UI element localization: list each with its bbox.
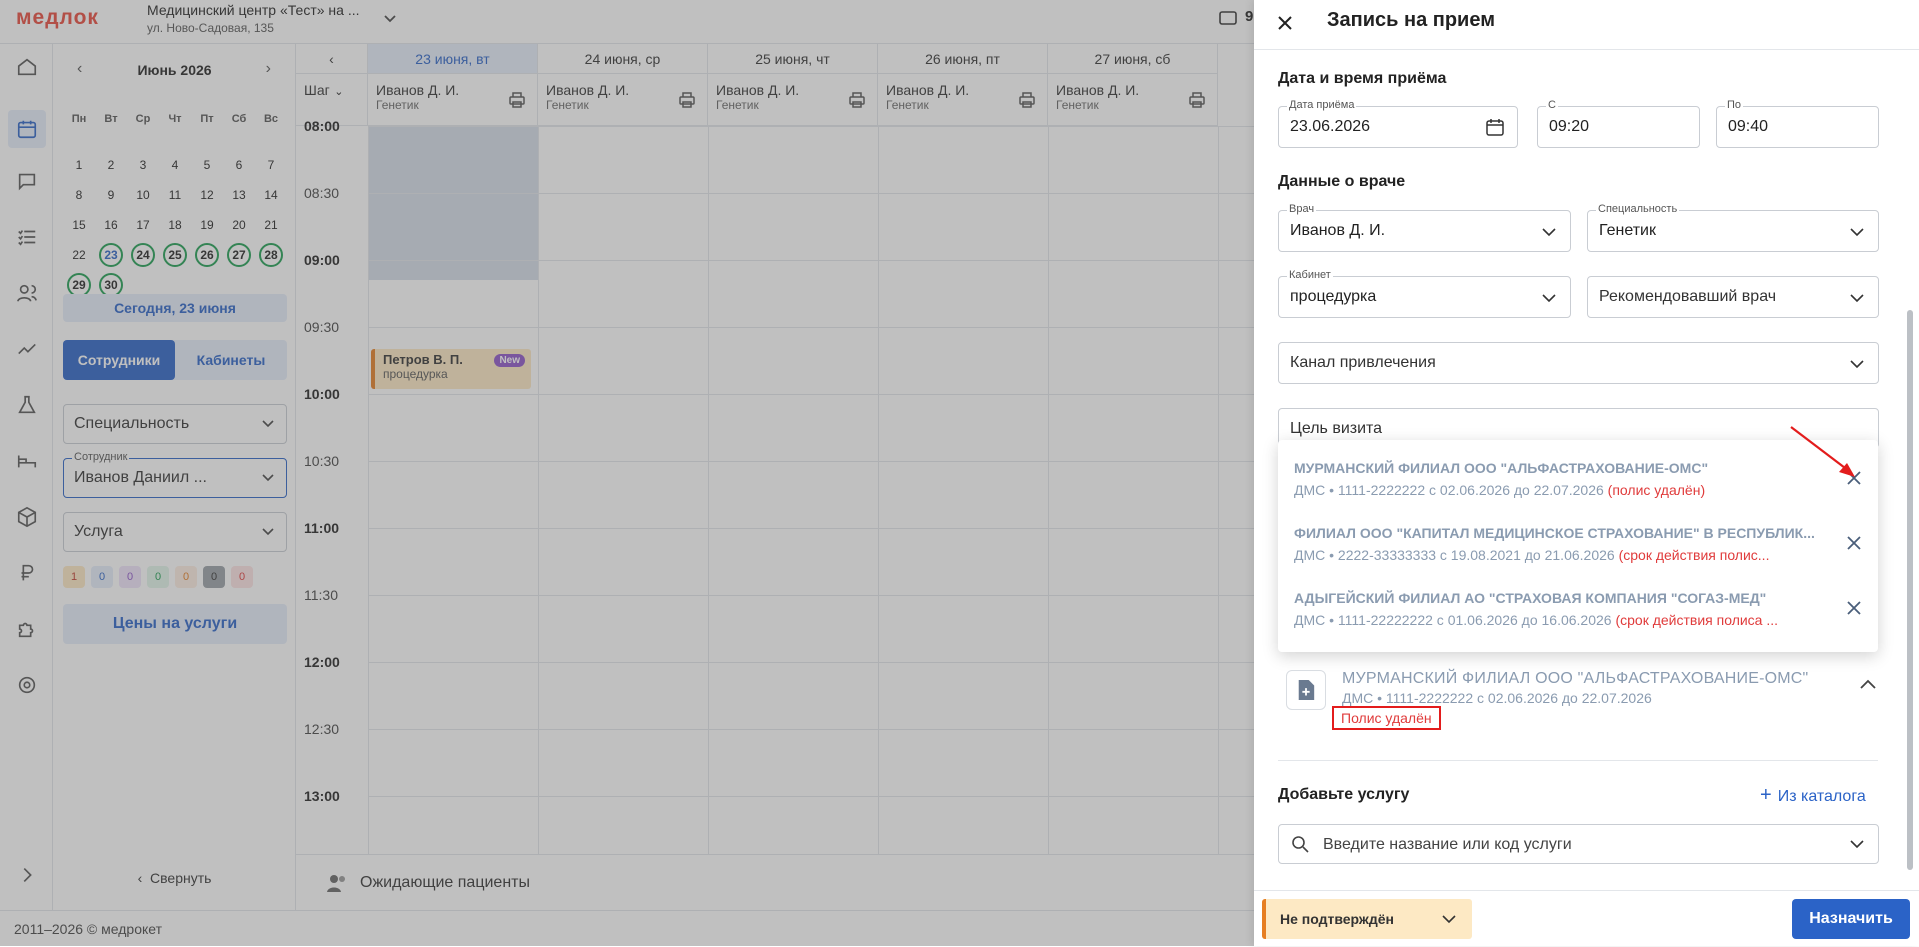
policy-deleted-label: Полис удалён xyxy=(1332,706,1441,730)
panel-footer: Не подтверждён Назначить xyxy=(1254,890,1919,946)
service-search-placeholder: Введите название или код услуги xyxy=(1323,836,1572,853)
plus-icon: + xyxy=(1760,784,1772,806)
remove-policy-icon[interactable] xyxy=(1846,535,1862,551)
referrer-placeholder: Рекомендовавший врач xyxy=(1599,288,1777,305)
policy-sub: ДМС • 1111-2222222 с 02.06.2026 до 22.07… xyxy=(1294,482,1604,498)
time-from-value: 09:20 xyxy=(1549,118,1590,135)
chevron-down-icon xyxy=(1542,294,1556,303)
time-to-field[interactable]: По 09:40 xyxy=(1716,98,1879,148)
time-to-label: По xyxy=(1725,98,1744,112)
policy-status: (срок действия полиса ... xyxy=(1615,612,1779,628)
section-service: Добавьте услугу xyxy=(1278,786,1410,803)
time-to-value: 09:40 xyxy=(1728,118,1769,135)
policy-details: ДМС • 1111-22222222 с 01.06.2026 до 16.0… xyxy=(1294,612,1824,628)
policy-sub: ДМС • 1111-22222222 с 01.06.2026 до 16.0… xyxy=(1294,612,1612,628)
scrollbar[interactable] xyxy=(1906,50,1914,880)
specialty-select[interactable]: Специальность Генетик xyxy=(1587,202,1879,252)
room-label: Кабинет xyxy=(1287,268,1333,282)
referrer-select[interactable]: Рекомендовавший врач xyxy=(1587,276,1879,318)
status-value: Не подтверждён xyxy=(1280,911,1394,927)
calendar-icon[interactable] xyxy=(1485,117,1505,137)
chevron-up-icon[interactable] xyxy=(1860,678,1876,690)
policy-title: АДЫГЕЙСКИЙ ФИЛИАЛ АО "СТРАХОВАЯ КОМПАНИЯ… xyxy=(1294,590,1767,606)
visit-goal-placeholder: Цель визита xyxy=(1290,420,1383,437)
section-doctor: Данные о враче xyxy=(1278,173,1406,190)
date-field[interactable]: Дата приёма 23.06.2026 xyxy=(1278,98,1518,148)
doctor-label: Врач xyxy=(1287,202,1317,216)
assign-button[interactable]: Назначить xyxy=(1792,899,1910,939)
scrollbar-thumb[interactable] xyxy=(1907,310,1913,870)
annotation-arrow-icon xyxy=(1790,426,1855,477)
policy-title: МУРМАНСКИЙ ФИЛИАЛ ООО "АЛЬФАСТРАХОВАНИЕ-… xyxy=(1294,460,1709,476)
close-icon[interactable] xyxy=(1274,12,1296,34)
specialty-value: Генетик xyxy=(1599,222,1656,239)
date-label: Дата приёма xyxy=(1287,98,1357,112)
policy-option[interactable]: ФИЛИАЛ ООО "КАПИТАЛ МЕДИЦИНСКОЕ СТРАХОВА… xyxy=(1294,525,1864,563)
channel-select[interactable]: Канал привлечения xyxy=(1278,342,1879,384)
room-select[interactable]: Кабинет процедурка xyxy=(1278,268,1571,318)
status-select[interactable]: Не подтверждён xyxy=(1262,899,1472,939)
doctor-value: Иванов Д. И. xyxy=(1290,222,1386,239)
appointment-panel: Запись на прием Дата и время приёма Дата… xyxy=(1254,0,1919,946)
policy-details: ДМС • 2222-33333333 с 19.08.2021 до 21.0… xyxy=(1294,547,1824,563)
document-add-icon xyxy=(1286,670,1326,710)
modal-overlay[interactable] xyxy=(0,0,1254,946)
specialty-label: Специальность xyxy=(1596,202,1680,216)
selected-policy-title: МУРМАНСКИЙ ФИЛИАЛ ООО "АЛЬФАСТРАХОВАНИЕ-… xyxy=(1342,670,1809,687)
chevron-down-icon xyxy=(1442,915,1456,924)
room-value: процедурка xyxy=(1290,288,1377,305)
policy-status: (срок действия полис... xyxy=(1618,547,1770,563)
divider xyxy=(1278,760,1878,761)
service-search[interactable]: Введите название или код услуги xyxy=(1278,824,1879,864)
chevron-down-icon xyxy=(1850,228,1864,237)
time-from-label: С xyxy=(1546,98,1558,112)
chevron-down-icon xyxy=(1542,228,1556,237)
policy-dropdown: МУРМАНСКИЙ ФИЛИАЛ ООО "АЛЬФАСТРАХОВАНИЕ-… xyxy=(1278,440,1878,652)
date-value: 23.06.2026 xyxy=(1290,118,1371,135)
panel-title: Запись на прием xyxy=(1327,9,1496,31)
catalog-link[interactable]: + Из каталога xyxy=(1760,784,1866,807)
policy-title: ФИЛИАЛ ООО "КАПИТАЛ МЕДИЦИНСКОЕ СТРАХОВА… xyxy=(1294,525,1815,541)
chevron-down-icon xyxy=(1850,294,1864,303)
doctor-select[interactable]: Врач Иванов Д. И. xyxy=(1278,202,1571,252)
remove-policy-icon[interactable] xyxy=(1846,600,1862,616)
channel-placeholder: Канал привлечения xyxy=(1290,354,1436,371)
selected-policy-sub: ДМС • 1111-2222222 с 02.06.2026 до 22.07… xyxy=(1342,690,1652,706)
search-icon xyxy=(1292,836,1309,853)
chevron-down-icon xyxy=(1850,360,1864,369)
policy-option[interactable]: МУРМАНСКИЙ ФИЛИАЛ ООО "АЛЬФАСТРАХОВАНИЕ-… xyxy=(1294,460,1864,498)
policy-sub: ДМС • 2222-33333333 с 19.08.2021 до 21.0… xyxy=(1294,547,1615,563)
selected-policy: МУРМАНСКИЙ ФИЛИАЛ ООО "АЛЬФАСТРАХОВАНИЕ-… xyxy=(1278,664,1878,744)
policy-details: ДМС • 1111-2222222 с 02.06.2026 до 22.07… xyxy=(1294,482,1824,498)
policy-option[interactable]: АДЫГЕЙСКИЙ ФИЛИАЛ АО "СТРАХОВАЯ КОМПАНИЯ… xyxy=(1294,590,1864,628)
time-from-field[interactable]: С 09:20 xyxy=(1537,98,1700,148)
chevron-down-icon xyxy=(1850,840,1864,849)
catalog-label: Из каталога xyxy=(1777,788,1866,805)
policy-status: (полис удалён) xyxy=(1607,482,1706,498)
panel-header: Запись на прием xyxy=(1254,0,1919,50)
section-datetime: Дата и время приёма xyxy=(1278,70,1447,87)
